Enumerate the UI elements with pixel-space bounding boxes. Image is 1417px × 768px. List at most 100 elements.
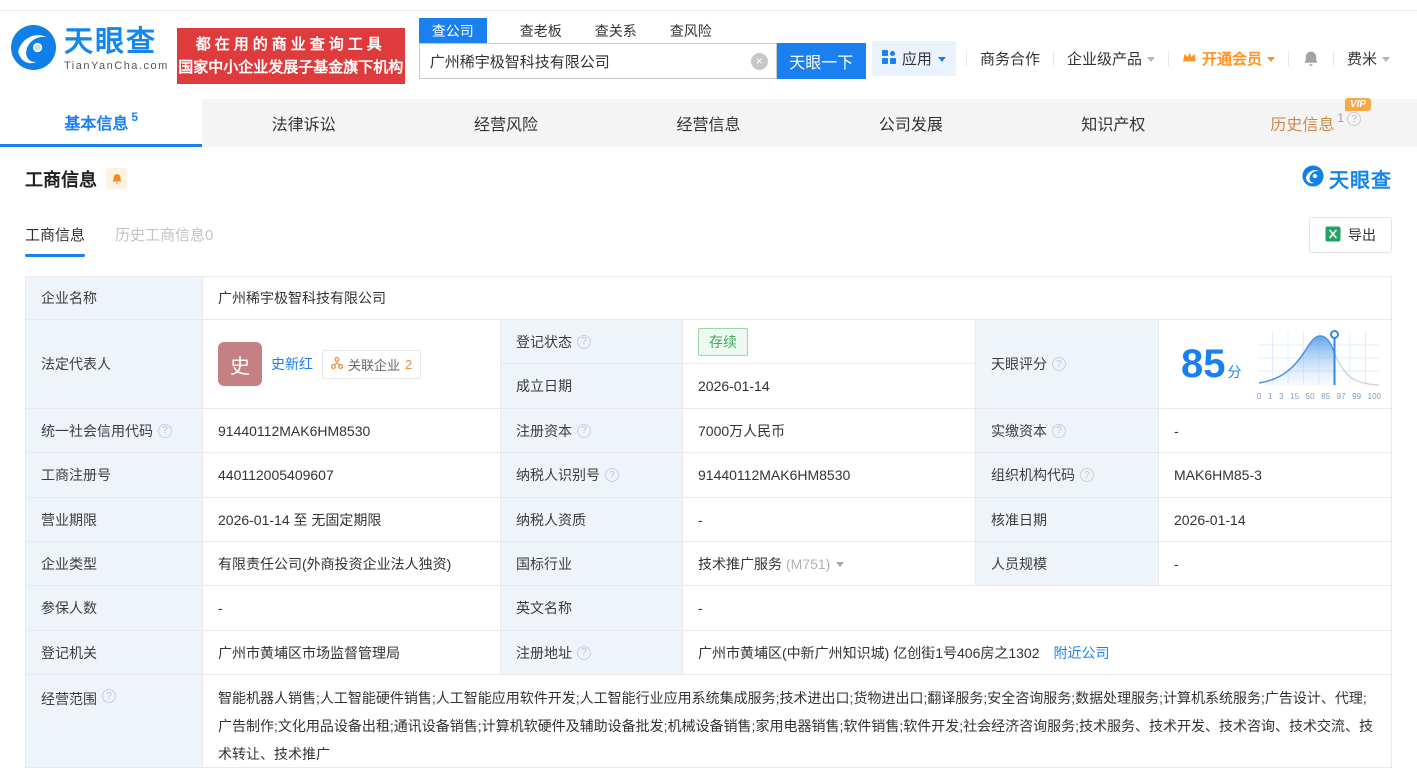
help-icon[interactable]: [1052, 357, 1066, 371]
export-label: 导出: [1348, 225, 1376, 245]
label-text: 法定代表人: [41, 354, 111, 374]
help-icon[interactable]: [102, 689, 116, 703]
tab-label-wrap: 历史信息 1 VIP: [1270, 111, 1361, 135]
field-label: 统一社会信用代码: [26, 409, 203, 453]
search-area: 查公司 查老板 查关系 查风险 天眼一下: [419, 18, 866, 79]
subtab-row: 工商信息 历史工商信息0 导出: [25, 217, 1392, 263]
staff-size-cell: -: [1159, 542, 1391, 586]
top-nav: 应用 商务合作 企业级产品 开通会员 费米: [872, 41, 1407, 76]
english-name-cell: -: [683, 586, 1391, 631]
field-label: 国标行业: [501, 542, 683, 586]
search-button[interactable]: 天眼一下: [777, 43, 866, 79]
field-label: 工商注册号: [26, 453, 203, 498]
nav-open-membership[interactable]: 开通会员: [1169, 48, 1288, 69]
chevron-down-icon: [938, 57, 946, 62]
tianyancha-logo[interactable]: 天眼查 TianYanCha.com: [10, 24, 169, 76]
field-label: 企业名称: [26, 277, 203, 320]
tab-company-development[interactable]: 公司发展: [810, 99, 1012, 147]
label-text: 登记状态: [516, 332, 572, 352]
field-label: 注册地址: [501, 631, 683, 675]
help-icon[interactable]: [158, 424, 172, 438]
help-icon[interactable]: [605, 468, 619, 482]
search-tab-relation[interactable]: 查关系: [595, 21, 637, 41]
membership-label: 开通会员: [1202, 48, 1262, 69]
paid-capital-cell: -: [1159, 409, 1391, 453]
label-text: 登记机关: [41, 643, 97, 663]
field-label: 参保人数: [26, 586, 203, 631]
search-tab-company[interactable]: 查公司: [419, 18, 487, 44]
value-text: 2026-01-14: [698, 378, 770, 394]
search-tab-risk[interactable]: 查风险: [670, 21, 712, 41]
help-icon[interactable]: [577, 424, 591, 438]
tab-legal-litigation[interactable]: 法律诉讼: [202, 99, 404, 147]
tianyancha-logo-icon: [1302, 165, 1324, 192]
help-icon[interactable]: [577, 646, 591, 660]
value-text: MAK6HM85-3: [1174, 467, 1262, 483]
field-label: 英文名称: [501, 586, 683, 631]
tab-history-info[interactable]: 历史信息 1 VIP: [1215, 99, 1417, 147]
nav-enterprise-products[interactable]: 企业级产品: [1054, 48, 1168, 69]
help-icon[interactable]: [1347, 112, 1361, 126]
score-value: 85 分: [1181, 344, 1242, 384]
label-text: 实缴资本: [991, 421, 1047, 441]
field-label: 法定代表人: [26, 320, 203, 409]
apps-menu-button[interactable]: 应用: [872, 41, 956, 76]
label-text: 纳税人识别号: [516, 465, 600, 485]
credit-code-cell: 91440112MAK6HM8530: [203, 409, 501, 453]
legal-rep-avatar[interactable]: 史: [218, 342, 262, 386]
tab-label: 历史信息: [1270, 111, 1334, 135]
tab-operation-risk[interactable]: 经营风险: [405, 99, 607, 147]
tab-intellectual-property[interactable]: 知识产权: [1012, 99, 1214, 147]
field-label: 注册资本: [501, 409, 683, 453]
chevron-down-icon[interactable]: [836, 562, 844, 567]
tab-operation-info[interactable]: 经营信息: [607, 99, 809, 147]
subtab-business-info[interactable]: 工商信息: [25, 224, 85, 257]
business-info-table: 企业名称 广州稀宇极智科技有限公司 法定代表人 史 史新红 关联企业 2 登记状…: [25, 276, 1392, 768]
grid-icon: [882, 50, 896, 68]
tab-label: 公司发展: [879, 111, 943, 135]
notification-bell-icon[interactable]: [1289, 50, 1333, 68]
legal-rep-link[interactable]: 史新红: [271, 354, 313, 374]
excel-icon: [1325, 226, 1341, 245]
score-unit: 分: [1228, 362, 1242, 382]
value-text: 2026-01-14 至 无固定期限: [218, 510, 381, 530]
clear-icon[interactable]: [751, 53, 768, 70]
tab-label: 知识产权: [1081, 111, 1145, 135]
tab-label: 基本信息: [64, 110, 128, 134]
nav-business-cooperation[interactable]: 商务合作: [967, 48, 1053, 69]
reg-address-cell: 广州市黄埔区(中新广州知识城) 亿创街1号406房之1302 附近公司: [683, 631, 1391, 675]
taxpayer-id-cell: 91440112MAK6HM8530: [683, 453, 976, 498]
vip-badge: VIP: [1345, 98, 1371, 111]
search-input-wrap: [419, 43, 777, 79]
chevron-down-icon: [1267, 57, 1275, 62]
help-icon[interactable]: [577, 335, 591, 349]
value-text: 91440112MAK6HM8530: [698, 467, 850, 483]
score-number: 85: [1181, 344, 1226, 384]
chevron-down-icon: [1382, 57, 1390, 62]
search-tab-boss[interactable]: 查老板: [520, 21, 562, 41]
value-text: 7000万人民币: [698, 421, 785, 441]
main-content: 工商信息 天眼查 工商信息 历史工商信息0 导出 企业名称 广州稀宇极智科技有限…: [0, 164, 1417, 768]
subscribe-bell-icon[interactable]: [106, 168, 127, 189]
nav-user-menu[interactable]: 费米: [1334, 48, 1403, 69]
search-tabs: 查公司 查老板 查关系 查风险: [419, 18, 866, 43]
label-text: 经营范围: [41, 689, 97, 709]
slogan-line-1: 都在用的商业查询工具: [177, 33, 405, 56]
subtab-history-business-info[interactable]: 历史工商信息0: [115, 224, 213, 257]
nearby-companies-link[interactable]: 附近公司: [1054, 643, 1110, 663]
search-input[interactable]: [430, 53, 751, 70]
tianyancha-watermark: 天眼查: [1302, 164, 1392, 193]
apps-label: 应用: [902, 48, 932, 69]
brand-domain: TianYanCha.com: [64, 60, 169, 72]
watermark-text: 天眼查: [1329, 164, 1392, 193]
field-label: 登记状态: [501, 320, 683, 364]
username-label: 费米: [1347, 48, 1377, 69]
help-icon[interactable]: [1052, 424, 1066, 438]
tab-basic-info[interactable]: 基本信息 5: [0, 99, 202, 147]
legal-rep-cell: 史 史新红 关联企业 2: [203, 320, 501, 409]
help-icon[interactable]: [1080, 468, 1094, 482]
export-button[interactable]: 导出: [1309, 217, 1392, 253]
business-term-cell: 2026-01-14 至 无固定期限: [203, 498, 501, 542]
field-label: 经营范围: [26, 675, 203, 767]
related-companies-badge[interactable]: 关联企业 2: [322, 350, 421, 379]
